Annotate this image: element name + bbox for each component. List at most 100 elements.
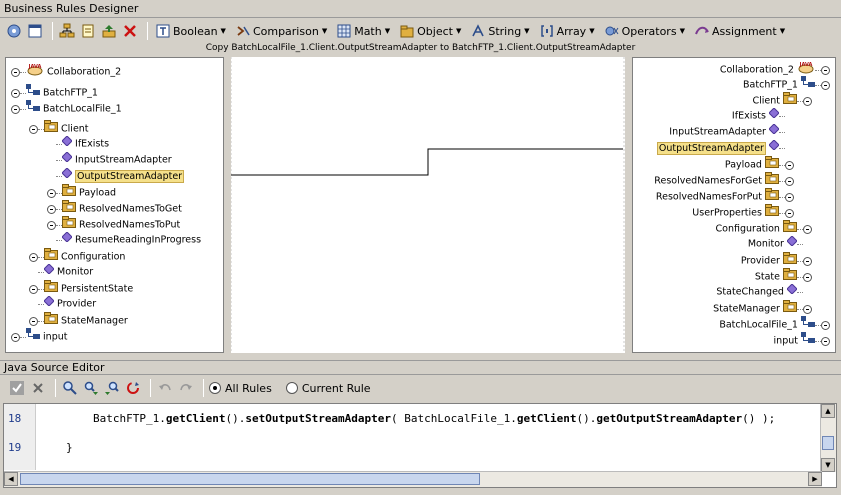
object-menu-button[interactable]: Object ▼: [397, 21, 464, 41]
validate-icon[interactable]: [8, 379, 26, 397]
tree-node[interactable]: Provider: [741, 252, 812, 268]
expand-toggle-icon[interactable]: [29, 252, 38, 262]
expand-toggle-icon[interactable]: [803, 96, 812, 106]
tree-node[interactable]: input: [11, 328, 67, 344]
code-editor[interactable]: 18 BatchFTP_1.getClient().setOutputStrea…: [3, 403, 837, 488]
find-next-icon[interactable]: [82, 379, 100, 397]
expand-toggle-icon[interactable]: [785, 192, 794, 202]
expand-toggle-icon[interactable]: [821, 320, 830, 330]
tree-node[interactable]: BatchLocalFile_1: [11, 100, 122, 116]
expand-toggle-icon[interactable]: [785, 160, 794, 170]
scrollbar-thumb[interactable]: [20, 473, 480, 485]
tree-node[interactable]: StateManager: [29, 312, 128, 328]
tree-node[interactable]: Payload: [725, 156, 794, 172]
tree-node[interactable]: ResolvedNamesForGet: [654, 172, 794, 188]
all-rules-radio[interactable]: All Rules: [209, 382, 272, 395]
search-icon[interactable]: [61, 379, 79, 397]
expand-toggle-icon[interactable]: [11, 104, 20, 114]
find-previous-icon[interactable]: [103, 379, 121, 397]
expand-toggle-icon[interactable]: [29, 124, 38, 134]
array-menu-button[interactable]: Array ▼: [537, 21, 598, 41]
export-icon[interactable]: [100, 22, 118, 40]
tree-node[interactable]: IfExists: [732, 107, 794, 124]
tree-node[interactable]: BatchFTP_1: [11, 84, 98, 100]
collaboration-icon[interactable]: [5, 22, 23, 40]
close-icon[interactable]: [29, 379, 47, 397]
expand-toggle-icon[interactable]: [11, 88, 20, 98]
expand-toggle-icon[interactable]: [821, 80, 830, 90]
tree-node[interactable]: ResolvedNamesForPut: [656, 188, 794, 204]
undo-icon[interactable]: [156, 379, 174, 397]
tree-node[interactable]: Provider: [29, 295, 96, 312]
tree-node[interactable]: OutputStreamAdapter: [47, 167, 185, 184]
scroll-right-icon[interactable]: ▶: [808, 472, 822, 486]
comparison-menu-button[interactable]: Comparison ▼: [233, 21, 330, 41]
expand-toggle-icon[interactable]: [785, 208, 794, 218]
expand-toggle-icon[interactable]: [47, 188, 56, 198]
expand-toggle-icon[interactable]: [821, 65, 830, 75]
tree-node[interactable]: ResumeReadingInProgress: [47, 231, 201, 248]
document-icon[interactable]: [79, 22, 97, 40]
expand-toggle-icon[interactable]: [47, 204, 56, 214]
source-tree-pane[interactable]: JAVA Collaboration_2 BatchFTP_1 BatchLoc…: [5, 57, 224, 353]
tree-node[interactable]: BatchFTP_1: [743, 76, 830, 92]
mapping-link[interactable]: [231, 148, 623, 176]
tree-node[interactable]: JAVA Collaboration_2: [11, 62, 121, 78]
refresh-icon[interactable]: [124, 379, 142, 397]
tree-node[interactable]: Collaboration_2 JAVA: [720, 60, 830, 76]
radio-checked-icon: [209, 382, 221, 394]
destination-tree-pane[interactable]: Collaboration_2 JAVA BatchFTP_1 Client If…: [632, 57, 836, 353]
expand-toggle-icon[interactable]: [11, 67, 20, 77]
expand-toggle-icon[interactable]: [47, 220, 56, 230]
scroll-up-icon[interactable]: ▲: [821, 404, 835, 418]
tree-node[interactable]: input: [774, 332, 830, 348]
math-menu-button[interactable]: Math ▼: [334, 21, 393, 41]
redo-icon[interactable]: [177, 379, 195, 397]
vertical-scrollbar[interactable]: ▲ ▼: [820, 404, 836, 472]
tree-node[interactable]: OutputStreamAdapter: [656, 139, 794, 156]
tree-node[interactable]: UserProperties: [692, 204, 794, 220]
tree-node[interactable]: IfExists: [47, 135, 109, 152]
expand-toggle-icon[interactable]: [821, 336, 830, 346]
scroll-left-icon[interactable]: ◀: [4, 472, 18, 486]
tree-node[interactable]: Monitor: [748, 235, 812, 252]
tree-node[interactable]: StateManager: [713, 300, 812, 316]
tree-node[interactable]: Client: [29, 120, 89, 136]
tree-node[interactable]: Payload: [47, 184, 116, 200]
string-menu-button[interactable]: String ▼: [468, 21, 532, 41]
tree-node[interactable]: InputStreamAdapter: [669, 123, 794, 140]
horizontal-scrollbar[interactable]: ◀ ▶: [4, 471, 822, 487]
tree-node[interactable]: Configuration: [29, 248, 125, 264]
expand-toggle-icon[interactable]: [803, 304, 812, 314]
tree-node[interactable]: ResolvedNamesToPut: [47, 216, 180, 232]
scroll-down-icon[interactable]: ▼: [821, 458, 835, 472]
tree-node[interactable]: BatchLocalFile_1: [719, 316, 830, 332]
tree-node[interactable]: Configuration: [716, 220, 812, 236]
operators-menu-button[interactable]: Operators ▼: [602, 21, 688, 41]
scrollbar-thumb[interactable]: [822, 436, 834, 450]
tree-node[interactable]: ResolvedNamesToGet: [47, 200, 182, 216]
expand-toggle-icon[interactable]: [803, 272, 812, 282]
tree-node[interactable]: InputStreamAdapter: [47, 151, 172, 168]
code-line[interactable]: }: [66, 441, 73, 454]
mapping-canvas[interactable]: [231, 57, 625, 353]
expand-toggle-icon[interactable]: [29, 316, 38, 326]
window-icon[interactable]: [26, 22, 44, 40]
tree-node-label: Collaboration_2: [47, 66, 122, 78]
expand-toggle-icon[interactable]: [803, 256, 812, 266]
expand-toggle-icon[interactable]: [29, 284, 38, 294]
expand-toggle-icon[interactable]: [11, 332, 20, 342]
current-rule-radio[interactable]: Current Rule: [285, 382, 371, 395]
tree-node[interactable]: Client: [752, 92, 812, 108]
tree-node[interactable]: State: [755, 268, 812, 284]
boolean-menu-button[interactable]: Boolean ▼: [153, 21, 229, 41]
tree-node[interactable]: PersistentState: [29, 280, 133, 296]
expand-toggle-icon[interactable]: [803, 224, 812, 234]
tree-node[interactable]: StateChanged: [716, 283, 812, 300]
expand-toggle-icon[interactable]: [785, 176, 794, 186]
assignment-menu-button[interactable]: Assignment ▼: [692, 21, 788, 41]
delete-icon[interactable]: [121, 22, 139, 40]
tree-node[interactable]: Monitor: [29, 263, 93, 280]
code-line[interactable]: BatchFTP_1.getClient().setOutputStreamAd…: [93, 412, 775, 425]
tree-expand-icon[interactable]: [58, 22, 76, 40]
